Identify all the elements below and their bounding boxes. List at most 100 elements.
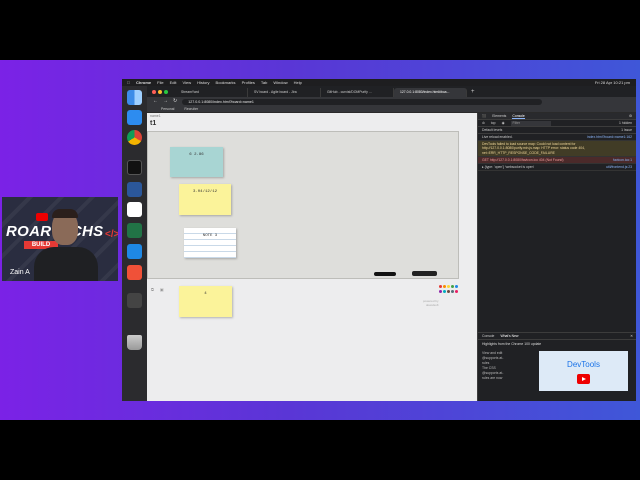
browser-toolbar: ← → ↻ 127.0.0.1:8080/index.html?board=na…: [147, 97, 636, 106]
color-swatch[interactable]: [439, 285, 442, 288]
marker-pen[interactable]: [374, 272, 396, 276]
menubar-item-help[interactable]: Help: [294, 79, 302, 86]
menubar-item-view[interactable]: View: [182, 79, 191, 86]
color-palette: [439, 285, 459, 293]
color-swatch[interactable]: [455, 289, 458, 293]
console-log-source-link[interactable]: util/frontend.js:23: [606, 165, 632, 169]
drawer-tab-whats-new[interactable]: What's New: [500, 334, 518, 338]
presenter-name: Zain A: [10, 269, 30, 276]
console-toolbar: ⊘ top ◉ Filter 1 hidden: [478, 120, 636, 127]
console-log-source-link[interactable]: favicon.ico:1: [613, 158, 632, 162]
stack-icon[interactable]: ▣: [160, 287, 164, 292]
address-bar[interactable]: 127.0.0.1:8080/index.html?board=name1: [182, 98, 543, 105]
dock: [122, 86, 147, 401]
menubar-item-file[interactable]: File: [157, 79, 163, 86]
forward-arrow-icon[interactable]: →: [163, 97, 168, 106]
bookmark-personal[interactable]: Personal: [161, 106, 174, 112]
slack-icon[interactable]: [127, 202, 142, 217]
swift-icon[interactable]: [127, 265, 142, 280]
reload-icon[interactable]: ↻: [173, 97, 177, 106]
sticky-note-text: NOTE 3: [202, 234, 218, 238]
terminal-icon[interactable]: [127, 160, 142, 175]
color-swatch[interactable]: [447, 289, 450, 293]
browser-window: StreamYard SV board - Agile board - Jira…: [147, 86, 636, 401]
menubar-app-name[interactable]: Chrome: [136, 79, 151, 86]
mail-icon[interactable]: [127, 110, 142, 125]
tab-console[interactable]: Console: [512, 114, 525, 119]
color-swatch[interactable]: [443, 285, 446, 288]
menubar-item-history[interactable]: History: [197, 79, 209, 86]
sticky-note[interactable]: NOTE 3: [184, 228, 236, 258]
watermark: powered by dowelsoft: [423, 299, 439, 307]
new-tab-button[interactable]: +: [467, 88, 475, 97]
console-filter-input[interactable]: Filter: [510, 120, 551, 126]
console-log-text: GET http://127.0.0.1:8080/favicon.ico 40…: [482, 157, 564, 162]
sticky-note[interactable]: 4: [179, 286, 232, 317]
console-log-text: DevTools failed to load source map: Coul…: [482, 142, 585, 155]
window-preview-icon[interactable]: [127, 293, 142, 308]
tab-jira[interactable]: SV board - Agile board - Jira: [248, 88, 321, 97]
eye-icon[interactable]: ◉: [502, 121, 505, 125]
console-log-row[interactable]: ▸ {type: 'open'} 'websocket is open' util…: [478, 164, 636, 172]
copy-icon[interactable]: ⧉: [151, 287, 154, 292]
finder-icon[interactable]: [127, 90, 142, 105]
menubar-item-window[interactable]: Window: [273, 79, 287, 86]
menubar-item-profiles[interactable]: Profiles: [242, 79, 255, 86]
eraser[interactable]: [412, 271, 437, 276]
excel-icon[interactable]: [127, 223, 142, 238]
board-name: name1: [150, 114, 161, 118]
bookmark-recruiter[interactable]: Recruiter: [184, 106, 198, 112]
console-log-row[interactable]: DevTools failed to load source map: Coul…: [478, 141, 636, 157]
gear-icon[interactable]: ⚙: [629, 114, 636, 118]
menubar-item-edit[interactable]: Edit: [170, 79, 177, 86]
minimize-window-button[interactable]: [158, 90, 162, 94]
tab-elements[interactable]: Elements: [492, 114, 506, 118]
console-log-source-link[interactable]: index.html?board=name1:162: [587, 135, 632, 139]
shared-screen:  Chrome File Edit View History Bookmark…: [122, 79, 636, 401]
devtools-logo-text: DevTools: [567, 360, 600, 369]
issues-badge[interactable]: 1 Issue: [621, 128, 632, 132]
code-slash-icon: </>: [105, 229, 118, 240]
color-swatch[interactable]: [443, 289, 446, 293]
whats-new-link[interactable]: rules are now: [482, 376, 530, 381]
chrome-icon[interactable]: [127, 130, 142, 145]
color-swatch[interactable]: [439, 289, 442, 293]
close-icon[interactable]: ✕: [630, 334, 636, 338]
drawer-tab-console[interactable]: Console: [482, 334, 494, 338]
apple-icon[interactable]: : [127, 79, 130, 86]
color-swatch[interactable]: [447, 285, 450, 288]
board-title[interactable]: t1: [150, 120, 156, 127]
stream-background:  Chrome File Edit View History Bookmark…: [0, 60, 640, 420]
presenter-body: [34, 247, 98, 281]
zoom-window-button[interactable]: [164, 90, 168, 94]
devtools-inspect-icon[interactable]: ⬛: [482, 114, 486, 118]
sticky-note[interactable]: 6 2.86: [170, 147, 223, 177]
whats-new-video-card[interactable]: DevTools: [539, 351, 628, 391]
menubar-item-bookmarks[interactable]: Bookmarks: [216, 79, 236, 86]
sticky-note[interactable]: 3.04/12/12: [179, 184, 231, 215]
word-icon[interactable]: [127, 182, 142, 197]
menubar-clock[interactable]: Fri 28 Apr 10:21 pm: [595, 79, 636, 86]
trash-icon[interactable]: [127, 335, 142, 350]
youtube-logo-icon: [36, 213, 48, 221]
tab-github[interactable]: GitHub - curvist/DOMPurify ...: [321, 88, 394, 97]
color-swatch[interactable]: [451, 289, 454, 293]
tab-localhost[interactable]: 127.0.0.1:8080/index.html#boa...: [394, 88, 467, 97]
sticky-note-text: 4: [204, 292, 207, 296]
menubar-item-tab[interactable]: Tab: [261, 79, 267, 86]
whiteboard[interactable]: 6 2.86 3.04/12/12 NOTE 3: [147, 131, 459, 279]
tab-streamyard[interactable]: StreamYard: [175, 88, 248, 97]
console-log-row[interactable]: Live reload enabled. index.html?board=nam…: [478, 134, 636, 142]
context-select[interactable]: top: [491, 121, 496, 125]
vscode-icon[interactable]: [127, 244, 142, 259]
color-swatch[interactable]: [451, 285, 454, 288]
back-arrow-icon[interactable]: ←: [153, 97, 158, 106]
whats-new-headline: Highlights from the Chrome 100 update: [482, 342, 542, 346]
close-window-button[interactable]: [152, 90, 156, 94]
youtube-play-icon[interactable]: [577, 374, 590, 384]
clear-console-icon[interactable]: ⊘: [482, 121, 485, 125]
levels-select[interactable]: Default levels: [482, 128, 502, 132]
color-swatch[interactable]: [455, 285, 458, 288]
console-log-row[interactable]: GET http://127.0.0.1:8080/favicon.ico 40…: [478, 156, 636, 165]
sticky-note-text: 3.04/12/12: [192, 190, 217, 194]
